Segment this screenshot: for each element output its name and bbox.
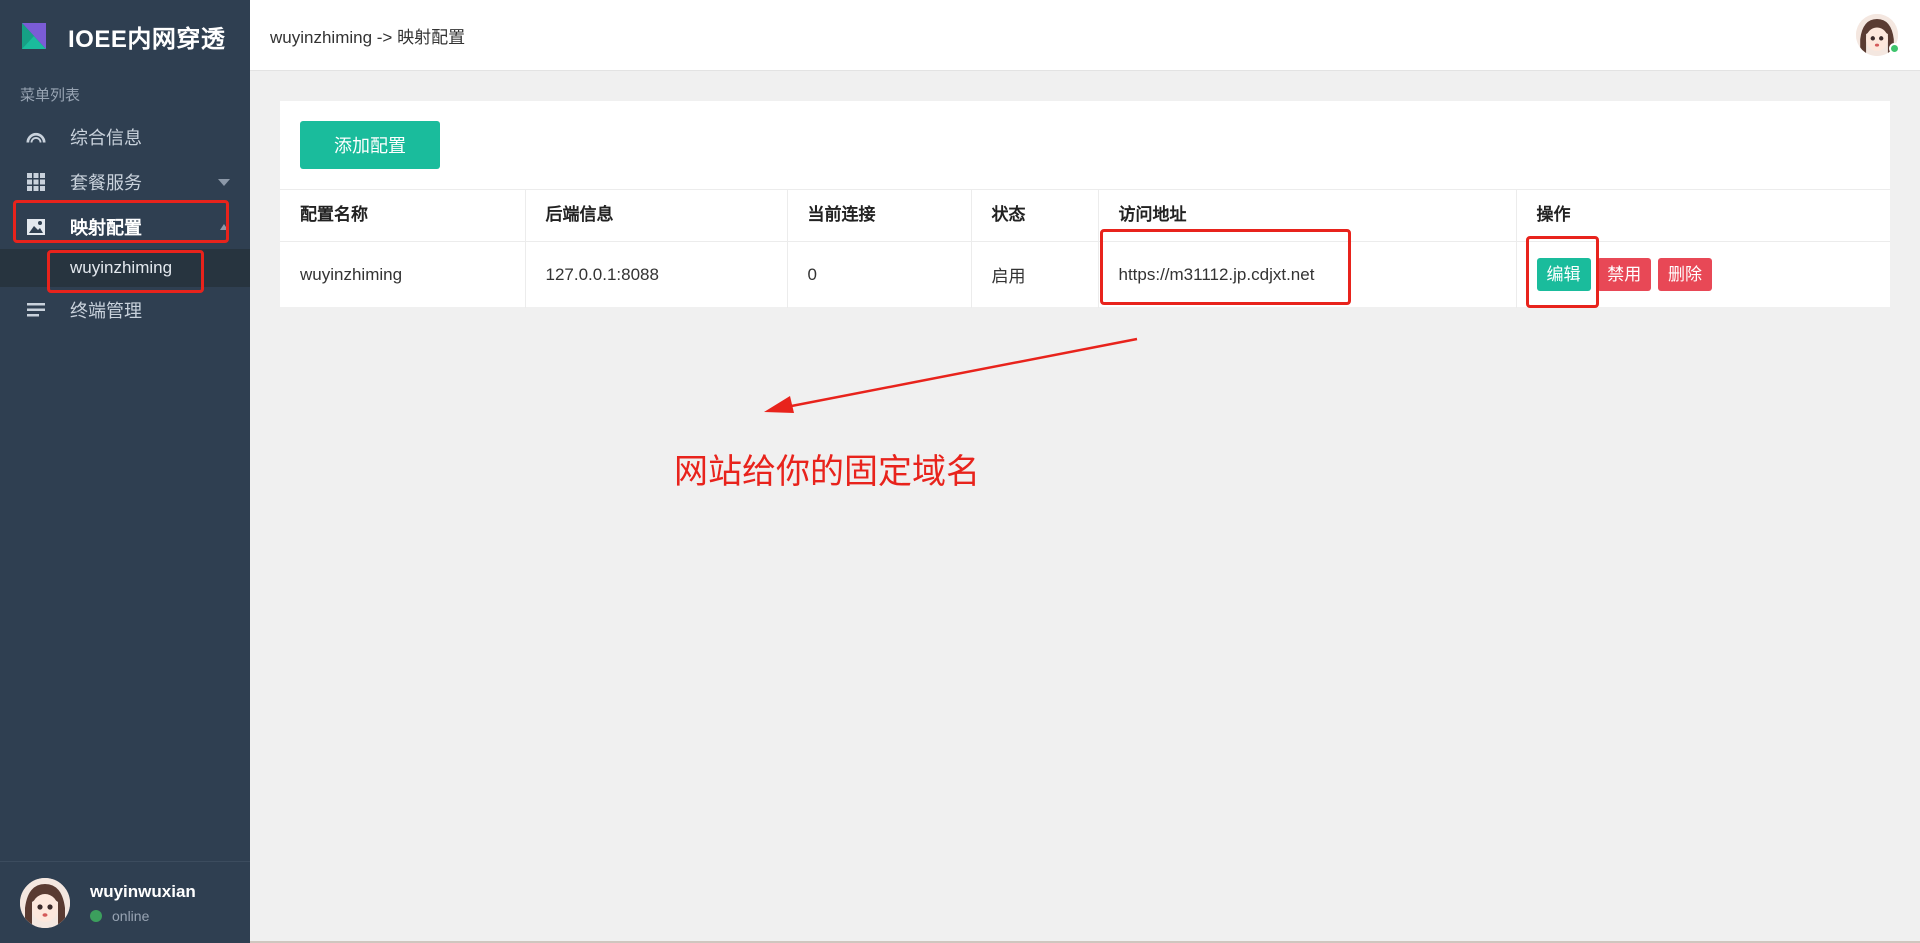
- chevron-down-icon: [218, 178, 230, 186]
- menu-caption: 菜单列表: [20, 87, 81, 104]
- sidebar-item-overview[interactable]: 综合信息: [0, 114, 250, 159]
- delete-button[interactable]: 删除: [1657, 258, 1712, 292]
- sidebar-item-terminals[interactable]: 终端管理: [0, 287, 250, 332]
- online-dot-icon: [90, 909, 102, 922]
- avatar: [20, 877, 70, 928]
- annotation-text: 网站给你的固定域名: [674, 453, 980, 491]
- sidebar-subitem-wuyinzhiming[interactable]: wuyinzhiming: [0, 249, 250, 287]
- cell-name: wuyinzhiming: [280, 241, 526, 308]
- cell-url[interactable]: https://m31112.jp.cdjxt.net: [1098, 241, 1517, 308]
- column-header: 状态: [971, 189, 1099, 242]
- cell-status: 启用: [971, 241, 1099, 308]
- header-avatar[interactable]: [1856, 14, 1900, 56]
- user-name: wuyinwuxian: [90, 881, 196, 901]
- sidebar-item-label: 综合信息: [70, 127, 142, 148]
- edit-button[interactable]: 编辑: [1536, 258, 1591, 292]
- brand-logo-icon: [22, 23, 46, 49]
- column-header: 配置名称: [280, 189, 526, 242]
- breadcrumb: wuyinzhiming -> 映射配置: [270, 27, 466, 47]
- chevron-up-icon: [220, 223, 228, 230]
- sidebar-item-label: 套餐服务: [70, 172, 142, 193]
- table-row: wuyinzhiming 127.0.0.1:8088 0 启用 https:/…: [280, 241, 1890, 308]
- column-header: 当前连接: [787, 189, 972, 242]
- cell-actions: 编辑 禁用 删除: [1516, 242, 1890, 308]
- top-bar: wuyinzhiming -> 映射配置: [250, 0, 1920, 71]
- sidebar-item-packages[interactable]: 套餐服务: [0, 159, 250, 204]
- column-header: 操作: [1516, 189, 1890, 242]
- sidebar: IOEE内网穿透 菜单列表 综合信息 套餐服务 映射配置 wuyinzhimin…: [0, 0, 250, 943]
- add-config-button[interactable]: 添加配置: [300, 121, 440, 169]
- image-icon: [26, 217, 46, 237]
- table-header-row: 配置名称 后端信息 当前连接 状态 访问地址 操作: [280, 189, 1890, 242]
- cell-connections: 0: [787, 241, 972, 308]
- gauge-icon: [26, 127, 46, 147]
- grid-icon: [26, 172, 46, 192]
- online-dot-icon: [1889, 43, 1900, 54]
- sidebar-item-mapping[interactable]: 映射配置: [0, 204, 250, 249]
- user-status-label: online: [112, 907, 150, 924]
- mapping-config-card: 添加配置 配置名称 后端信息 当前连接 状态 访问地址 操作 wuyinzhim…: [280, 101, 1890, 308]
- sidebar-submenu: wuyinzhiming: [0, 249, 250, 287]
- column-header: 后端信息: [525, 189, 788, 242]
- cell-backend: 127.0.0.1:8088: [525, 241, 788, 308]
- sidebar-menu: 综合信息 套餐服务 映射配置 wuyinzhiming 终端管理: [0, 114, 250, 332]
- user-status: online: [90, 908, 196, 924]
- sidebar-item-label: 映射配置: [70, 217, 142, 238]
- brand-title: IOEE内网穿透: [68, 25, 226, 53]
- sidebar-item-label: 终端管理: [70, 300, 142, 321]
- brand[interactable]: IOEE内网穿透: [20, 16, 225, 56]
- mapping-table: 配置名称 后端信息 当前连接 状态 访问地址 操作 wuyinzhiming 1…: [280, 189, 1890, 308]
- list-icon: [26, 300, 46, 320]
- column-header: 访问地址: [1098, 189, 1517, 242]
- user-panel[interactable]: wuyinwuxian online: [0, 861, 250, 943]
- disable-button[interactable]: 禁用: [1597, 258, 1652, 292]
